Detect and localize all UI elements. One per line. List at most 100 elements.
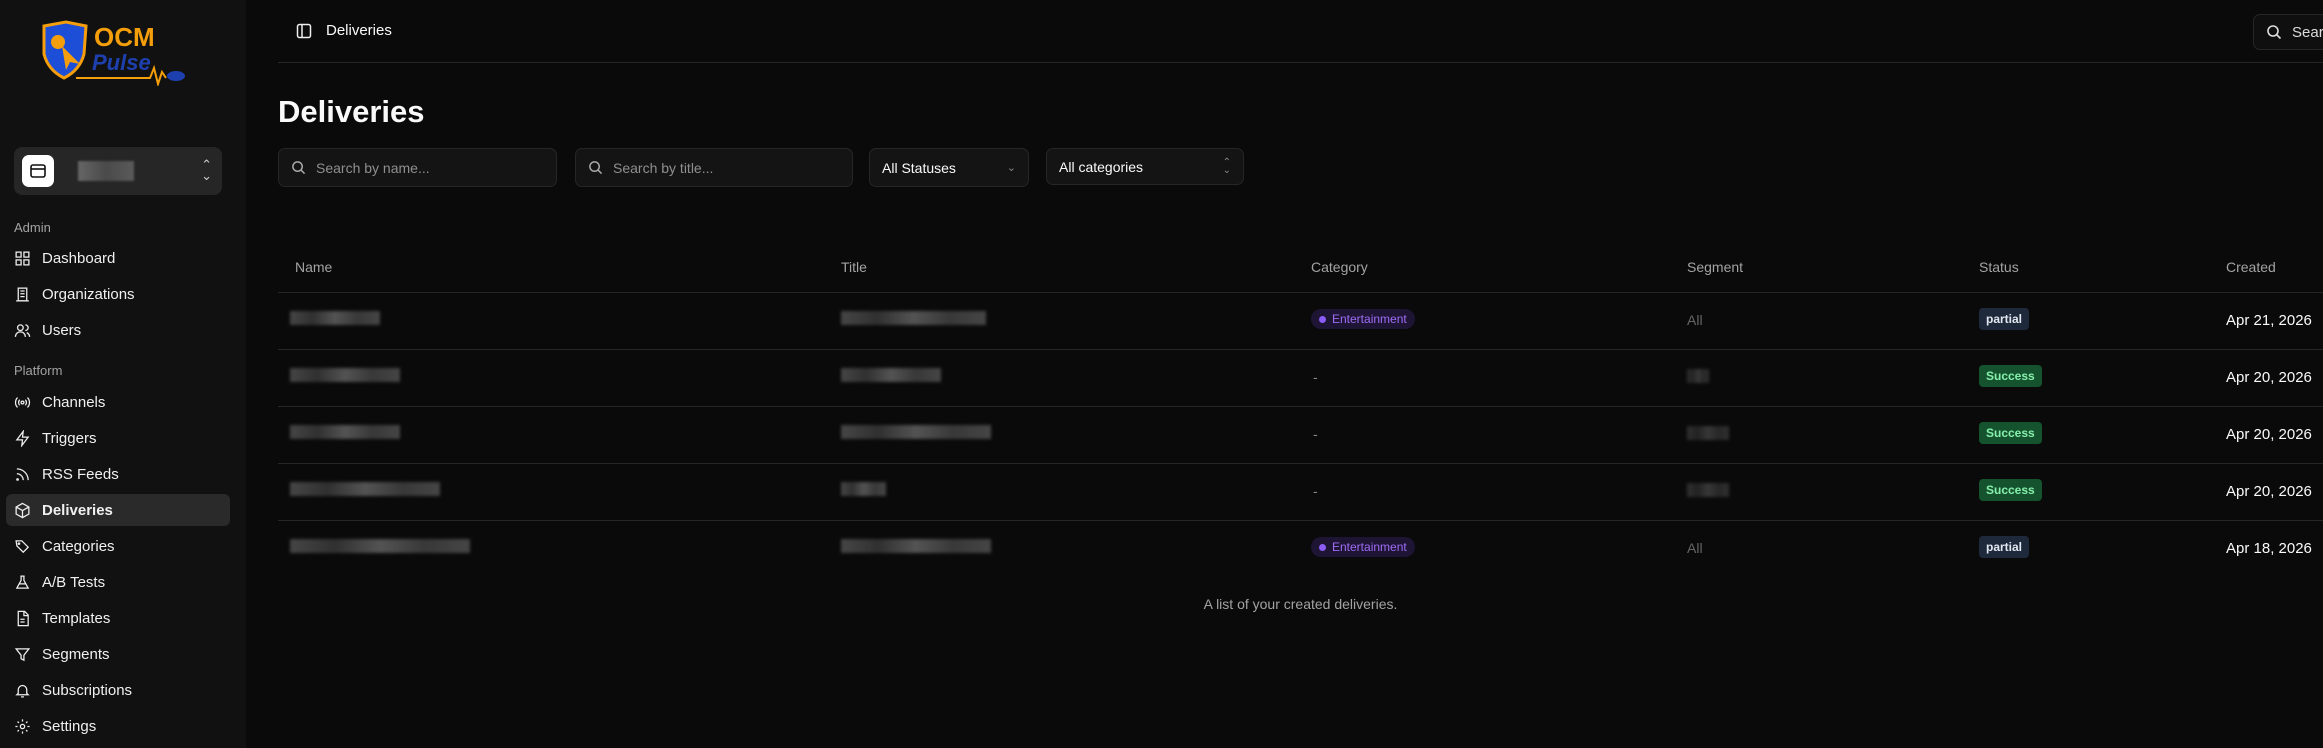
status-select[interactable]: All Statuses ⌄ — [869, 148, 1029, 187]
segment-value: All — [1687, 540, 1703, 556]
status-select-value: All Statuses — [882, 159, 956, 176]
created-date: Apr 20, 2026 — [2226, 426, 2312, 443]
sidebar-item-categories[interactable]: Categories — [6, 530, 230, 562]
breadcrumb: Deliveries — [326, 22, 392, 39]
category-empty: - — [1313, 426, 1318, 442]
header-divider — [278, 292, 2323, 293]
rss-icon — [16, 467, 29, 481]
global-search-button[interactable]: Search — [2253, 14, 2323, 50]
dot-icon — [1319, 543, 1326, 551]
page-title: Deliveries — [278, 94, 425, 129]
radio-icon — [14, 396, 31, 408]
sidebar-item-organizations[interactable]: Organizations — [6, 278, 230, 310]
category-empty: - — [1313, 483, 1318, 499]
ocm-pulse-logo[interactable]: OCM Pulse — [40, 20, 190, 86]
search-icon — [2267, 25, 2282, 40]
sidebar-item-label: RSS Feeds — [42, 465, 119, 483]
name-redacted — [290, 425, 400, 439]
chevrons-up-down-icon: ⌃ ⌄ — [201, 157, 212, 183]
sidebar-item-label: Subscriptions — [42, 681, 133, 699]
column-header-status[interactable]: Status — [1979, 259, 2019, 275]
column-header-segment[interactable]: Segment — [1687, 259, 1743, 275]
sidebar-item-label: Organizations — [42, 285, 135, 303]
zap-icon — [15, 429, 30, 447]
column-header-title[interactable]: Title — [841, 259, 867, 275]
sidebar-item-label: Channels — [42, 393, 106, 411]
sidebar-toggle-icon[interactable] — [296, 23, 312, 39]
chevrons-up-down-icon: ⌃ ⌄ — [1222, 156, 1231, 176]
sidebar-item-rss-feeds[interactable]: RSS Feeds — [6, 458, 230, 490]
topbar: Deliveries Search — [278, 0, 2323, 63]
created-date: Apr 21, 2026 — [2226, 312, 2312, 329]
sidebar-group-platform: Platform — [14, 363, 63, 378]
segment-redacted — [1687, 483, 1729, 497]
flask-icon — [15, 574, 30, 589]
sidebar-item-label: Triggers — [42, 429, 97, 447]
search-label: Search — [2292, 23, 2323, 41]
status-badge: Success — [1979, 365, 2042, 387]
search-by-name-input[interactable] — [316, 159, 536, 176]
package-icon — [15, 502, 30, 518]
sidebar-item-triggers[interactable]: Triggers — [6, 422, 230, 454]
column-header-created[interactable]: Created — [2226, 259, 2276, 275]
sidebar-item-users[interactable]: Users — [6, 314, 230, 346]
layout-grid-icon — [15, 250, 30, 266]
created-date: Apr 20, 2026 — [2226, 369, 2312, 386]
search-icon — [292, 161, 306, 175]
organization-name-redacted — [78, 161, 134, 181]
row-divider — [278, 463, 2323, 464]
tags-icon — [15, 539, 30, 553]
name-redacted — [290, 539, 470, 553]
sidebar-item-dashboard[interactable]: Dashboard — [6, 242, 230, 274]
category-select-value: All categories — [1059, 158, 1144, 175]
title-redacted — [841, 539, 991, 553]
table-caption: A list of your created deliveries. — [1203, 596, 1398, 612]
sidebar-item-label: Segments — [42, 645, 110, 663]
sidebar-item-a-b-tests[interactable]: A/B Tests — [6, 566, 230, 598]
search-by-name-field[interactable] — [278, 148, 557, 187]
created-date: Apr 20, 2026 — [2226, 483, 2312, 500]
sidebar-item-subscriptions[interactable]: Subscriptions — [6, 674, 230, 706]
sidebar-item-segments[interactable]: Segments — [6, 638, 230, 670]
svg-text:OCM: OCM — [94, 22, 155, 52]
filter-icon — [14, 647, 31, 661]
row-divider — [278, 520, 2323, 521]
sidebar: OCM Pulse ⌃ ⌄ Admin Dashboard Organization… — [0, 0, 246, 748]
category-empty: - — [1313, 369, 1318, 385]
name-redacted — [290, 482, 440, 496]
sidebar-item-channels[interactable]: Channels — [6, 386, 230, 418]
building-icon — [16, 286, 29, 302]
name-redacted — [290, 368, 400, 382]
search-by-title-input[interactable] — [613, 159, 833, 176]
sidebar-group-admin: Admin — [14, 220, 51, 235]
gear-icon — [15, 718, 30, 734]
svg-text:Pulse: Pulse — [92, 50, 151, 75]
dot-icon — [1319, 315, 1326, 323]
search-by-title-field[interactable] — [575, 148, 853, 187]
category-select[interactable]: All categories ⌃ ⌄ — [1046, 148, 1244, 185]
name-redacted — [290, 311, 380, 325]
row-divider — [278, 349, 2323, 350]
created-date: Apr 18, 2026 — [2226, 540, 2312, 557]
sidebar-item-templates[interactable]: Templates — [6, 602, 230, 634]
sidebar-item-label: A/B Tests — [42, 573, 106, 591]
organization-switcher[interactable]: ⌃ ⌄ — [14, 147, 222, 195]
file-text-icon — [17, 610, 29, 626]
segment-redacted — [1687, 426, 1729, 440]
search-icon — [589, 161, 603, 175]
title-redacted — [841, 368, 941, 382]
segment-value: All — [1687, 312, 1703, 328]
status-badge: partial — [1979, 536, 2030, 558]
sidebar-item-settings[interactable]: Settings — [6, 710, 230, 742]
users-icon — [14, 323, 31, 337]
title-redacted — [841, 311, 986, 325]
sidebar-item-deliveries[interactable]: Deliveries — [6, 494, 230, 526]
column-header-name[interactable]: Name — [295, 259, 332, 275]
chevron-down-icon: ⌄ — [1006, 162, 1016, 174]
status-badge: Success — [1979, 422, 2042, 444]
status-badge: partial — [1979, 308, 2030, 330]
title-redacted — [841, 482, 886, 496]
column-header-category[interactable]: Category — [1311, 259, 1368, 275]
browser-window-icon — [22, 155, 54, 187]
bell-icon — [15, 684, 30, 698]
